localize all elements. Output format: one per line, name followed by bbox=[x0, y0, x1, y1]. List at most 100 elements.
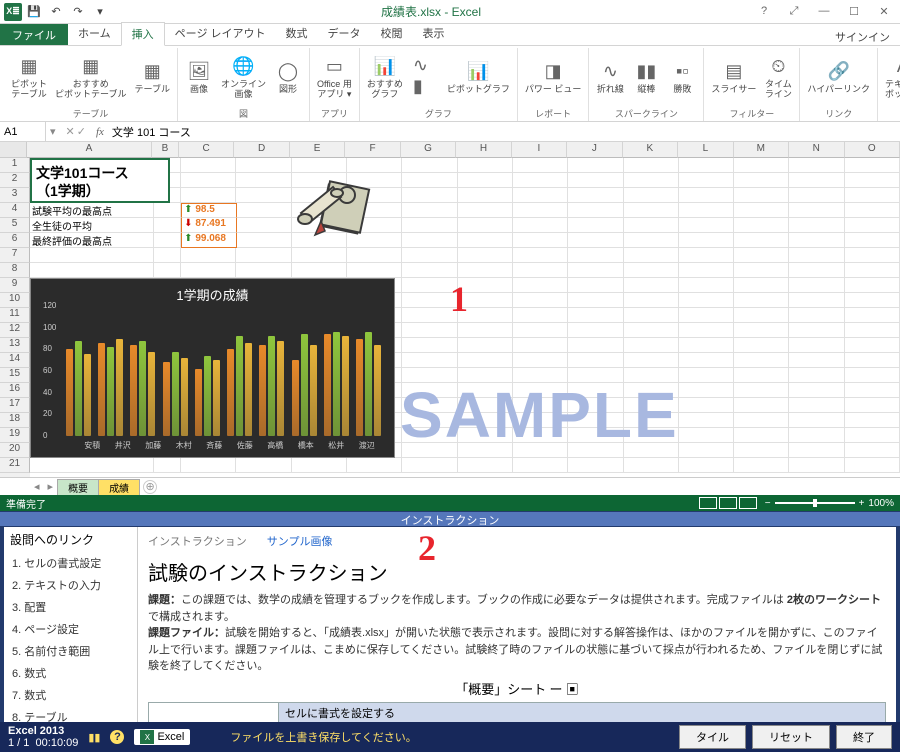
ribbon-spark-winloss-button[interactable]: ▪▫勝敗 bbox=[665, 57, 699, 97]
cell-G3[interactable] bbox=[402, 188, 457, 203]
cell-L6[interactable] bbox=[679, 233, 734, 248]
cell-N4[interactable] bbox=[789, 203, 844, 218]
cell-I12[interactable] bbox=[513, 323, 568, 338]
cell-O19[interactable] bbox=[845, 428, 900, 443]
cell-O17[interactable] bbox=[845, 398, 900, 413]
col-header-H[interactable]: H bbox=[456, 142, 511, 158]
namebox-dropdown-icon[interactable]: ▾ bbox=[46, 125, 60, 138]
cell-G21[interactable] bbox=[402, 458, 457, 473]
cell-A6[interactable]: 最終評価の最高点 bbox=[30, 233, 154, 248]
cell-O1[interactable] bbox=[845, 158, 900, 173]
cell-J11[interactable] bbox=[568, 308, 623, 323]
instr-tab-sample[interactable]: サンプル画像 bbox=[267, 533, 333, 549]
tab-file[interactable]: ファイル bbox=[0, 24, 68, 45]
cell-I4[interactable] bbox=[513, 203, 568, 218]
cell-N3[interactable] bbox=[789, 188, 844, 203]
cell-J8[interactable] bbox=[568, 263, 623, 278]
cell-N6[interactable] bbox=[789, 233, 844, 248]
add-sheet-button[interactable]: ⊕ bbox=[143, 480, 157, 494]
cell-A7[interactable] bbox=[30, 248, 154, 263]
cell-J13[interactable] bbox=[568, 338, 623, 353]
cell-M17[interactable] bbox=[734, 398, 789, 413]
cell-L1[interactable] bbox=[679, 158, 734, 173]
sidebar-item[interactable]: 1. セルの書式設定 bbox=[10, 552, 131, 574]
cell-K7[interactable] bbox=[624, 248, 679, 263]
sidebar-item[interactable]: 3. 配置 bbox=[10, 596, 131, 618]
col-header-B[interactable]: B bbox=[152, 142, 179, 158]
cell-M1[interactable] bbox=[734, 158, 789, 173]
cell-M3[interactable] bbox=[734, 188, 789, 203]
cell-O16[interactable] bbox=[845, 383, 900, 398]
cell-N16[interactable] bbox=[789, 383, 844, 398]
tab-数式[interactable]: 数式 bbox=[276, 22, 318, 45]
cell-O20[interactable] bbox=[845, 443, 900, 458]
cell-I13[interactable] bbox=[513, 338, 568, 353]
col-header-K[interactable]: K bbox=[623, 142, 678, 158]
cell-K9[interactable] bbox=[624, 278, 679, 293]
cell-C21[interactable] bbox=[181, 458, 236, 473]
cell-N10[interactable] bbox=[789, 293, 844, 308]
cell-M4[interactable] bbox=[734, 203, 789, 218]
col-header-I[interactable]: I bbox=[512, 142, 567, 158]
cell-N14[interactable] bbox=[789, 353, 844, 368]
ribbon-office-apps-button[interactable]: ▭Office 用アプリ ▾ bbox=[314, 52, 355, 102]
cell-N1[interactable] bbox=[789, 158, 844, 173]
cell-A21[interactable] bbox=[30, 458, 154, 473]
cell-E21[interactable] bbox=[292, 458, 347, 473]
cell-K13[interactable] bbox=[624, 338, 679, 353]
zoom-level[interactable]: 100% bbox=[868, 498, 894, 509]
cell-M6[interactable] bbox=[734, 233, 789, 248]
cell-I8[interactable] bbox=[513, 263, 568, 278]
row-header-21[interactable]: 21 bbox=[0, 458, 30, 473]
ribbon-timeline-button[interactable]: ⏲タイムライン bbox=[761, 52, 795, 102]
cell-N7[interactable] bbox=[789, 248, 844, 263]
formula-input[interactable]: 文学 101 コース bbox=[108, 124, 900, 140]
zoom-slider[interactable] bbox=[775, 502, 855, 504]
worksheet-area[interactable]: ABCDEFGHIJKLMNO 123456789101112131415161… bbox=[0, 142, 900, 477]
cell-B8[interactable] bbox=[154, 263, 181, 278]
cell-L5[interactable] bbox=[679, 218, 734, 233]
row-header-19[interactable]: 19 bbox=[0, 428, 30, 443]
cell-H5[interactable] bbox=[458, 218, 513, 233]
col-header-J[interactable]: J bbox=[567, 142, 622, 158]
row-header-13[interactable]: 13 bbox=[0, 338, 30, 353]
name-box[interactable]: A1 bbox=[0, 122, 46, 141]
cell-M14[interactable] bbox=[734, 353, 789, 368]
cell-K4[interactable] bbox=[624, 203, 679, 218]
cell-K6[interactable] bbox=[624, 233, 679, 248]
cell-I14[interactable] bbox=[513, 353, 568, 368]
cell-I6[interactable] bbox=[513, 233, 568, 248]
cell-M12[interactable] bbox=[734, 323, 789, 338]
cell-M15[interactable] bbox=[734, 368, 789, 383]
row-header-11[interactable]: 11 bbox=[0, 308, 30, 323]
ribbon-textbox-button[interactable]: Aテキストボックス bbox=[882, 52, 900, 102]
cell-M18[interactable] bbox=[734, 413, 789, 428]
zoom-control[interactable]: − + 100% bbox=[765, 498, 894, 509]
cell-L18[interactable] bbox=[679, 413, 734, 428]
cell-O10[interactable] bbox=[845, 293, 900, 308]
cell-M11[interactable] bbox=[734, 308, 789, 323]
cell-I9[interactable] bbox=[513, 278, 568, 293]
cell-L9[interactable] bbox=[679, 278, 734, 293]
minimize-icon[interactable]: — bbox=[812, 5, 836, 18]
sidebar-item[interactable]: 8. テーブル bbox=[10, 706, 131, 722]
page-break-view-icon[interactable] bbox=[739, 497, 757, 509]
cell-M2[interactable] bbox=[734, 173, 789, 188]
maximize-icon[interactable]: ☐ bbox=[842, 5, 866, 18]
cell-K8[interactable] bbox=[624, 263, 679, 278]
cell-I1[interactable] bbox=[513, 158, 568, 173]
cell-H2[interactable] bbox=[458, 173, 513, 188]
tab-挿入[interactable]: 挿入 bbox=[121, 22, 165, 46]
cell-M7[interactable] bbox=[734, 248, 789, 263]
ribbon-recommend-pivot-button[interactable]: ▦おすすめピボットテーブル bbox=[52, 52, 129, 102]
sheet-tab-成績[interactable]: 成績 bbox=[98, 479, 140, 495]
clipart-scroll-book-icon[interactable] bbox=[280, 158, 380, 248]
cell-L4[interactable] bbox=[679, 203, 734, 218]
sidebar-item[interactable]: 7. 数式 bbox=[10, 684, 131, 706]
col-header-D[interactable]: D bbox=[234, 142, 289, 158]
page-layout-view-icon[interactable] bbox=[719, 497, 737, 509]
row-header-7[interactable]: 7 bbox=[0, 248, 30, 263]
cell-L14[interactable] bbox=[679, 353, 734, 368]
cell-J5[interactable] bbox=[568, 218, 623, 233]
row-header-9[interactable]: 9 bbox=[0, 278, 30, 293]
